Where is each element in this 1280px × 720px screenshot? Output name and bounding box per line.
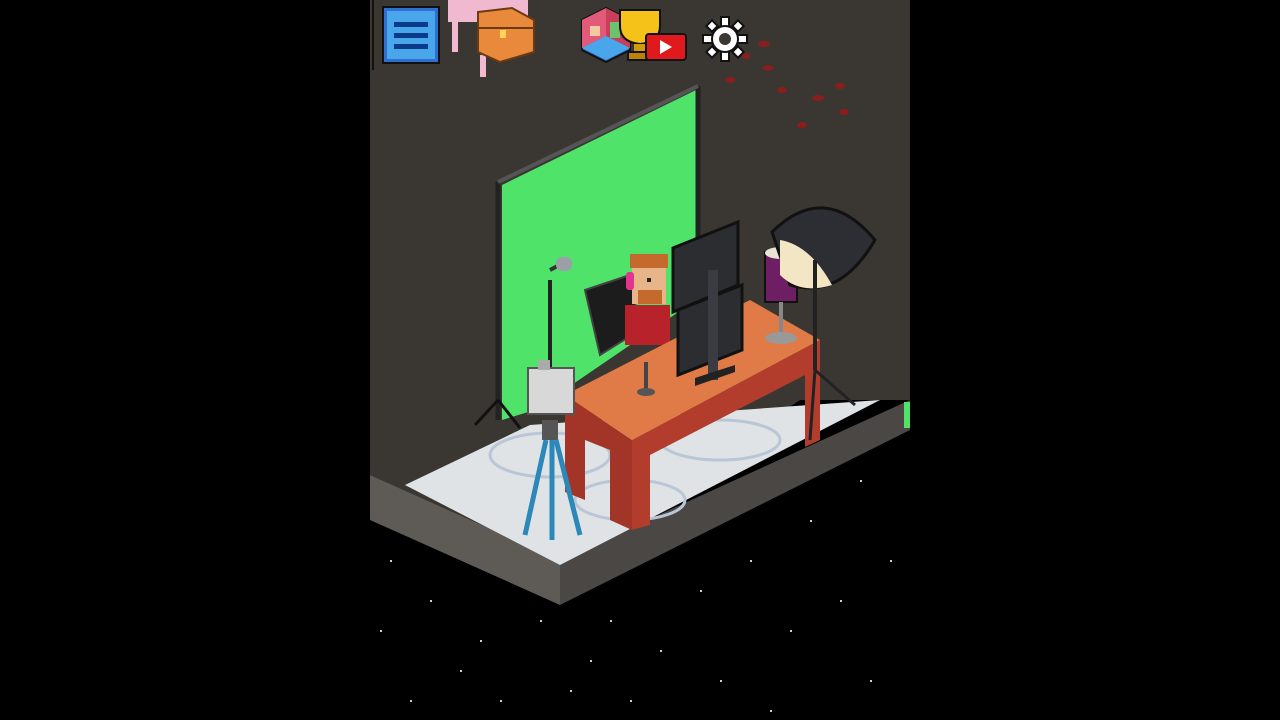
settings-button[interactable] xyxy=(702,16,748,62)
game-viewport[interactable] xyxy=(370,0,910,720)
achievements-button[interactable] xyxy=(616,6,690,64)
room-scene[interactable] xyxy=(370,0,910,720)
treasure-chest-icon xyxy=(448,0,535,77)
hamburger-menu-icon xyxy=(382,6,440,64)
menu-button[interactable] xyxy=(382,6,440,64)
edge-indicator xyxy=(904,402,910,428)
inventory-button[interactable] xyxy=(440,0,540,80)
hud-toolbar xyxy=(370,0,910,80)
gear-icon xyxy=(702,16,748,62)
trophy-video-icon xyxy=(619,9,687,61)
